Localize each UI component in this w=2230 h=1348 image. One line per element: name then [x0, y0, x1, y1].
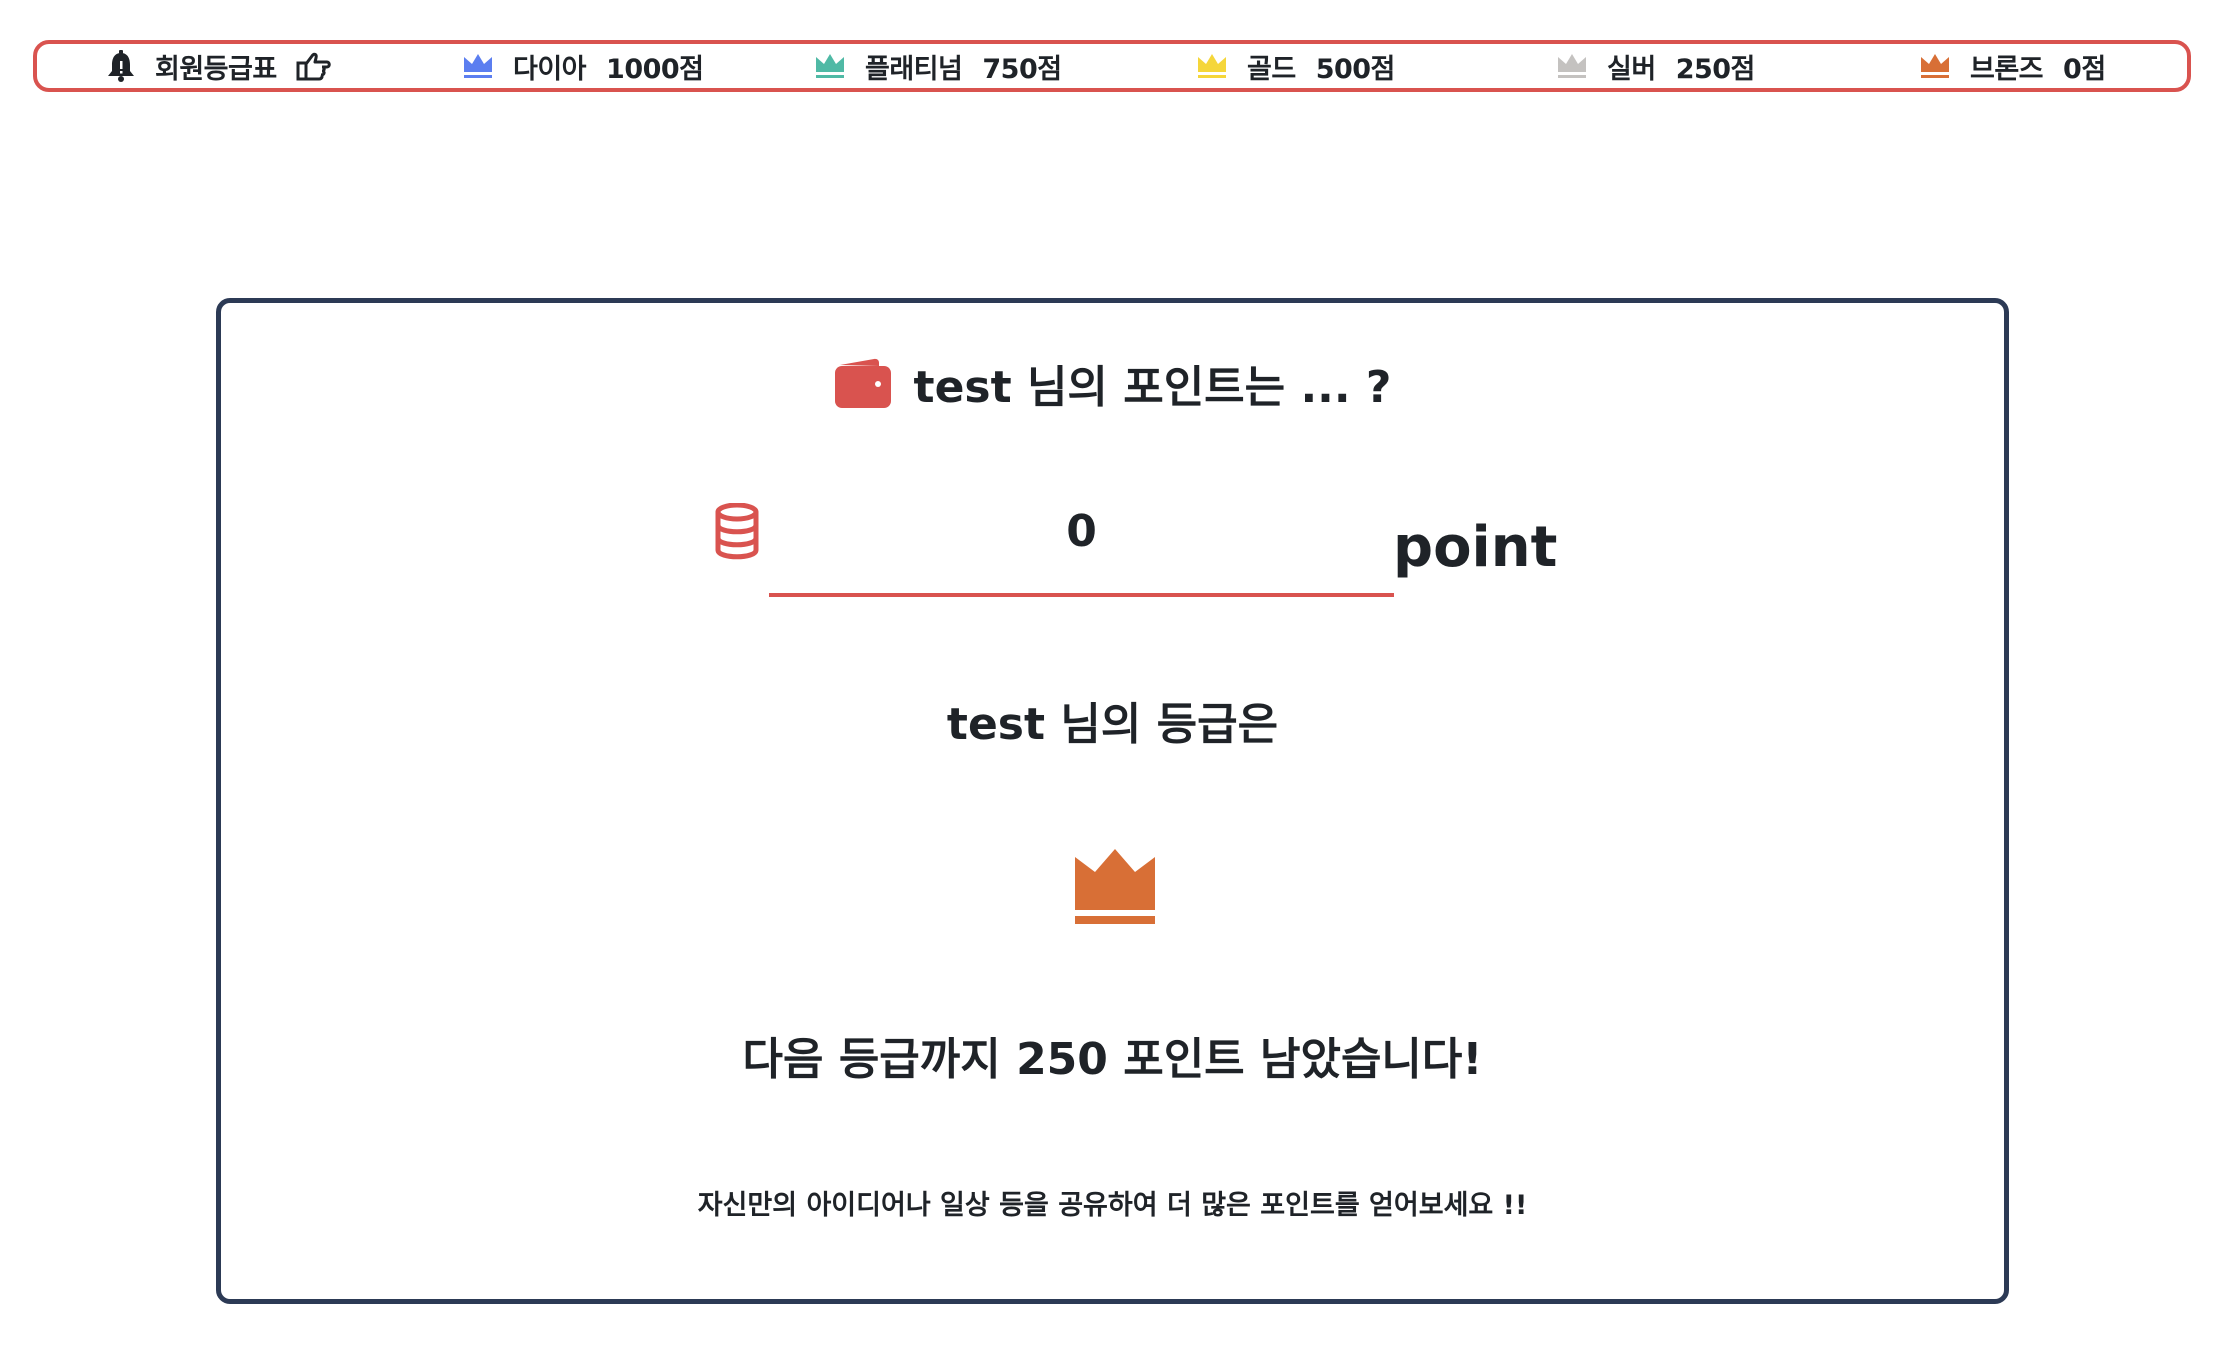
next-grade-message: 다음 등급까지 250 포인트 남았습니다! [742, 1034, 1483, 1085]
grade-name: 브론즈 [1970, 53, 2044, 85]
crown-icon [1197, 53, 1227, 79]
crown-icon [815, 53, 845, 79]
point-hint-text: 자신만의 아이디어나 일상 등을 공유하여 더 많은 포인트를 얻어보세요 !! [697, 1190, 1528, 1221]
grade-points: 250점 [1675, 53, 1756, 85]
grade-name: 골드 [1247, 53, 1296, 85]
grade-name: 실버 [1607, 53, 1656, 85]
wallet-icon [834, 357, 892, 409]
grade-points: 1000점 [606, 53, 704, 85]
point-card: test 님의 포인트는 ... ? 0 point test 님의 등급은 다… [216, 298, 2009, 1304]
point-underline [769, 593, 1394, 597]
point-value: 0 [1066, 506, 1097, 557]
grade-item-gold: 골드 500점 [1197, 44, 1395, 88]
coins-icon [714, 503, 760, 561]
crown-icon [1074, 848, 1156, 926]
point-unit-label: point [1393, 515, 1558, 580]
card-title-row: test 님의 포인트는 ... ? [221, 351, 2004, 415]
user-grade-label: test 님의 등급은 [946, 699, 1279, 750]
grade-table-bar: 회원등급표 다이아 1000점 플래티넘 750점 골드 500점 실버 250… [33, 40, 2191, 92]
grade-item-silver: 실버 250점 [1557, 44, 1755, 88]
grade-name: 플래티넘 [865, 53, 963, 85]
grade-name: 다이아 [513, 53, 587, 85]
grade-item-diamond: 다이아 1000점 [463, 44, 704, 88]
crown-icon [1920, 53, 1950, 79]
card-title: test 님의 포인트는 ... ? [913, 362, 1392, 413]
bell-icon [107, 50, 135, 82]
grade-item-platinum: 플래티넘 750점 [815, 44, 1062, 88]
grade-table-title: 회원등급표 [155, 53, 277, 85]
pointing-hand-icon [295, 50, 331, 82]
crown-icon [1557, 53, 1587, 79]
grade-table-title-item: 회원등급표 [107, 44, 331, 88]
grade-item-bronze: 브론즈 0점 [1920, 44, 2106, 88]
crown-icon [463, 53, 493, 79]
grade-points: 500점 [1315, 53, 1396, 85]
grade-points: 0점 [2063, 53, 2106, 85]
grade-points: 750점 [982, 53, 1062, 85]
